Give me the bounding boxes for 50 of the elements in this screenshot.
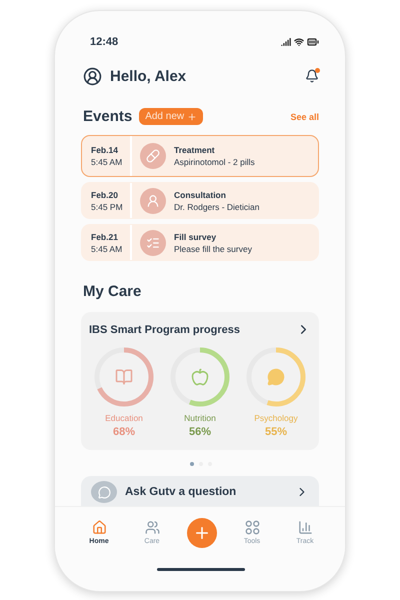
progress-ring xyxy=(169,346,231,408)
track-label: Nutrition xyxy=(184,413,216,423)
event-title: Consultation xyxy=(174,190,227,200)
question-bubble-icon xyxy=(91,481,117,503)
event-date: Feb.21 xyxy=(91,232,119,242)
track-label: Education xyxy=(105,413,143,423)
add-button[interactable] xyxy=(187,518,217,548)
battery-icon xyxy=(307,36,319,48)
program-progress-card[interactable]: IBS Smart Program progress Education 68% Nutrition 56% Psychology 55% xyxy=(81,312,319,450)
event-detail: Dr. Rodgers - Dietician xyxy=(174,202,260,212)
page-dot[interactable] xyxy=(190,462,194,466)
wifi-icon xyxy=(294,37,304,47)
event-card[interactable]: Feb.20 5:45 PM Consultation Dr. Rodgers - Dietician xyxy=(81,182,319,219)
event-date: Feb.14 xyxy=(91,145,119,155)
apple-icon xyxy=(191,368,209,386)
book-icon xyxy=(115,368,133,386)
event-time: 5:45 AM xyxy=(91,157,124,167)
grid-icon xyxy=(244,520,260,535)
status-time: 12:48 xyxy=(90,36,118,48)
checklist-icon xyxy=(146,236,160,250)
event-card[interactable]: Feb.21 5:45 AM Fill survey Please fill the survey xyxy=(81,224,319,261)
signal-icon xyxy=(281,37,291,47)
thought-bubble-icon xyxy=(267,368,285,386)
section-title: Events xyxy=(83,108,132,125)
profile-icon[interactable] xyxy=(83,67,102,86)
progress-ring xyxy=(93,346,155,408)
event-detail: Aspirinotomol - 2 pills xyxy=(174,157,255,167)
pill-icon xyxy=(146,149,160,163)
section-title: My Care xyxy=(83,283,142,300)
event-title: Fill survey xyxy=(174,232,218,242)
track-label: Psychology xyxy=(254,413,298,423)
ask-question-card[interactable]: Ask Gutv a question xyxy=(81,476,319,506)
person-icon xyxy=(146,194,160,208)
bar-chart-icon xyxy=(298,520,312,535)
track-percent: 55% xyxy=(264,426,288,438)
track-percent: 68% xyxy=(112,426,136,438)
event-date: Feb.20 xyxy=(91,190,119,200)
event-title: Treatment xyxy=(174,145,216,155)
people-icon xyxy=(144,520,160,535)
track-percent: 56% xyxy=(188,426,212,438)
plus-icon xyxy=(187,112,198,122)
greeting: Hello, Alex xyxy=(110,68,188,85)
home-icon xyxy=(92,520,106,535)
event-detail: Please fill the survey xyxy=(174,244,252,254)
event-card[interactable]: Feb.14 5:45 AM Treatment Aspirinotomol - 2 pills xyxy=(81,135,319,177)
event-time: 5:45 PM xyxy=(91,202,124,212)
event-time: 5:45 AM xyxy=(91,244,124,254)
notification-bell-icon[interactable] xyxy=(305,68,319,84)
ask-label: Ask Gutv a question xyxy=(125,486,238,498)
card-title: IBS Smart Program progress xyxy=(89,324,240,336)
